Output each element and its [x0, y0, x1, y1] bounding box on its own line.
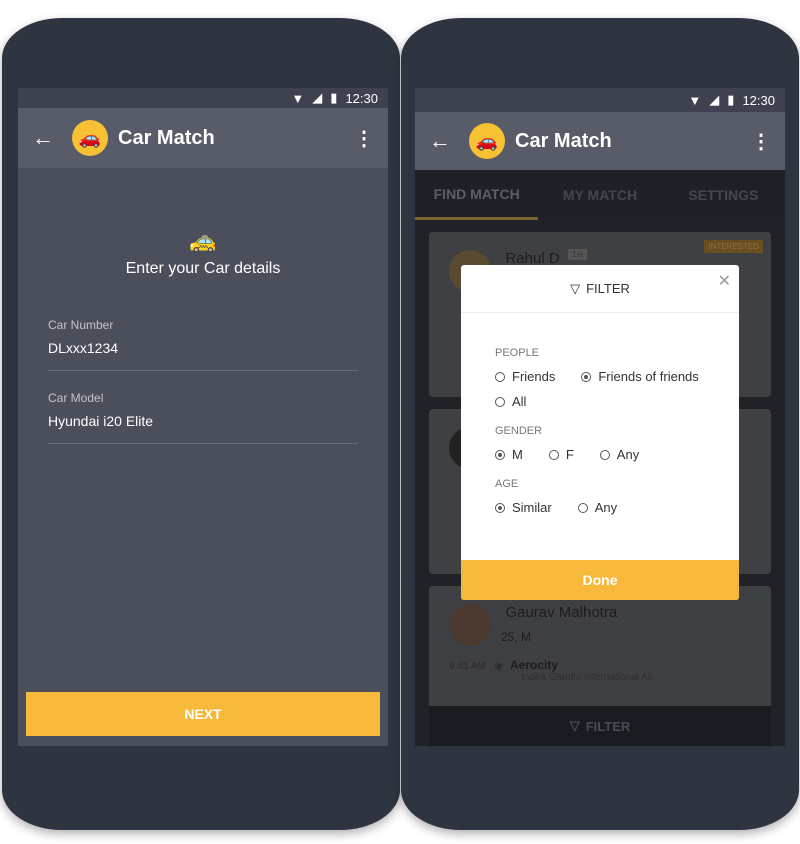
signal-icon: ◢	[312, 90, 323, 105]
status-time: 12:30	[345, 90, 378, 106]
radio-label: All	[512, 394, 527, 409]
radio-label: Friends of friends	[598, 369, 699, 384]
app-logo: 🚗	[469, 123, 505, 159]
app-title: Car Match	[118, 126, 215, 149]
radio-icon[interactable]	[495, 502, 505, 513]
section-label: AGE	[495, 478, 519, 490]
filter-icon: ▽	[570, 280, 581, 296]
signal-icon: ◢	[709, 92, 720, 107]
radio-label: Similar	[512, 500, 552, 515]
field-value[interactable]: Hyundai i20 Elite	[48, 413, 358, 429]
radio-label: M	[512, 447, 523, 462]
filter-options: PEOPLE Friends Friends of friends All GENDER…	[461, 313, 739, 533]
status-bar: ▼ ◢ ▮ 12:30	[18, 88, 388, 108]
radio-option[interactable]: Similar	[495, 500, 552, 515]
app-bar: ← 🚗 Car Match ⋮	[18, 108, 388, 168]
field-label: Car Model	[48, 391, 104, 405]
wifi-icon: ▼	[688, 92, 702, 108]
radio-option[interactable]: Friends of friends	[581, 369, 699, 384]
car-details-screen: ▼ ◢ ▮ 12:30 ← 🚗 Car Match ⋮ 🚕 Enter your…	[18, 88, 388, 746]
more-vertical-icon[interactable]: ⋮	[354, 126, 374, 151]
radio-group: M F Any	[495, 447, 705, 462]
match-age-gender: 25, M	[501, 630, 532, 644]
dialog-header: ▽ FILTER	[461, 265, 739, 313]
pickup-row: 9:45 AM ◉ Aerocity Indira Gandhi Interna…	[449, 658, 751, 683]
section-label: PEOPLE	[495, 347, 540, 359]
radio-label: Any	[616, 447, 640, 462]
find-match-screen: ▼ ◢ ▮ 12:30 ← 🚗 Car Match ⋮ FIND MATCH M…	[415, 88, 785, 746]
radio-label: Friends	[512, 369, 556, 384]
radio-icon[interactable]	[581, 371, 592, 382]
app-logo: 🚗	[72, 120, 108, 156]
tab-find-match[interactable]: FIND MATCH	[415, 170, 539, 220]
battery-icon: ▮	[727, 92, 735, 107]
radio-icon[interactable]	[495, 449, 505, 460]
form-heading: Enter your Car details	[125, 260, 281, 277]
match-name: Gaurav Malhotra	[505, 604, 618, 621]
radio-option[interactable]: M	[495, 447, 523, 462]
pickup-time: 9:45 AM	[449, 661, 486, 672]
status-badge: INTERESTED	[704, 240, 763, 253]
phone-right: ▼ ◢ ▮ 12:30 ← 🚗 Car Match ⋮ FIND MATCH M…	[401, 18, 799, 830]
dialog-title: FILTER	[586, 281, 630, 296]
location-icon: ◉	[494, 661, 504, 672]
radio-icon[interactable]	[577, 502, 588, 513]
phone-left: ▼ ◢ ▮ 12:30 ← 🚗 Car Match ⋮ 🚕 Enter your…	[2, 18, 400, 830]
done-button[interactable]: Done	[461, 560, 739, 600]
battery-icon: ▮	[330, 90, 338, 105]
field-label: Car Number	[48, 318, 114, 332]
filter-bar[interactable]: ▽ FILTER	[429, 706, 771, 746]
next-button[interactable]: NEXT	[26, 692, 380, 736]
avatar	[449, 604, 491, 646]
wifi-icon: ▼	[291, 90, 305, 106]
tab-settings[interactable]: SETTINGS	[662, 170, 785, 220]
radio-group: Friends Friends of friends All	[495, 369, 705, 409]
more-vertical-icon[interactable]: ⋮	[751, 129, 771, 154]
car-number-field[interactable]: Car Number DLxxx1234	[48, 318, 358, 371]
section-label: GENDER	[495, 425, 543, 437]
radio-option[interactable]: F	[548, 447, 574, 462]
radio-option[interactable]: All	[495, 394, 705, 409]
radio-label: F	[565, 447, 574, 462]
close-icon[interactable]: ✕	[718, 271, 731, 291]
radio-icon[interactable]	[548, 449, 559, 460]
filter-dialog: ▽ FILTER ✕ PEOPLE Friends Friends of frien…	[461, 265, 739, 600]
radio-option[interactable]: Any	[577, 500, 618, 515]
tab-bar: FIND MATCH MY MATCH SETTINGS	[415, 170, 785, 220]
radio-label: Any	[594, 500, 618, 515]
app-bar: ← 🚗 Car Match ⋮	[415, 112, 785, 170]
arrow-left-icon[interactable]: ←	[429, 128, 469, 154]
radio-icon[interactable]	[495, 396, 505, 407]
pickup-address: Indira Gandhi International Air..	[521, 672, 659, 683]
field-value[interactable]: DLxxx1234	[48, 340, 358, 356]
filter-bar-label: FILTER	[585, 718, 631, 734]
radio-icon[interactable]	[495, 371, 505, 382]
pickup-place: Aerocity	[510, 658, 559, 672]
filter-icon: ▽	[569, 718, 580, 733]
radio-icon[interactable]	[599, 449, 610, 460]
status-bar: ▼ ◢ ▮ 12:30	[415, 88, 785, 112]
car-icon: 🚕	[189, 228, 217, 253]
car-model-field[interactable]: Car Model Hyundai i20 Elite	[48, 391, 358, 444]
degree-badge: 1st	[568, 249, 587, 260]
radio-option[interactable]: Any	[599, 447, 640, 462]
app-title: Car Match	[515, 129, 612, 152]
arrow-left-icon[interactable]: ←	[32, 125, 72, 151]
status-time: 12:30	[742, 92, 775, 108]
radio-option[interactable]: Friends	[495, 369, 555, 384]
tab-my-match[interactable]: MY MATCH	[538, 170, 661, 220]
radio-group: Similar Any	[495, 500, 705, 515]
